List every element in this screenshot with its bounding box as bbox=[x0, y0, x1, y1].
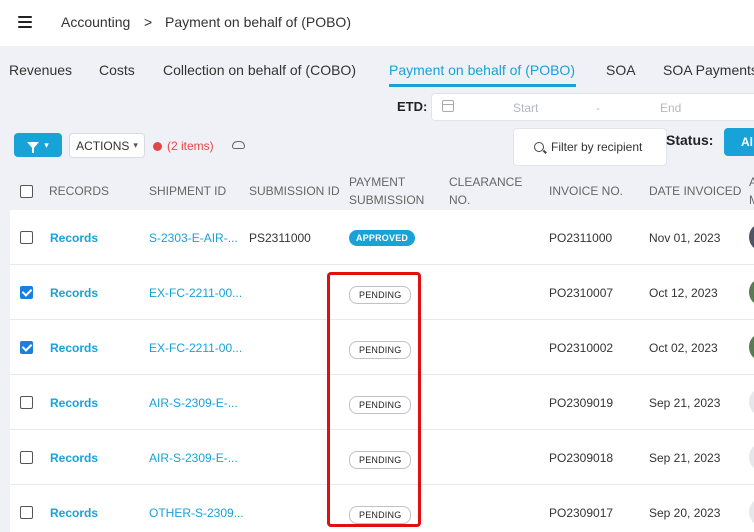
invoice-no: PO2309017 bbox=[549, 506, 614, 520]
remove-selection-icon[interactable] bbox=[153, 141, 162, 151]
date-invoiced: Nov 01, 2023 bbox=[649, 231, 721, 245]
selected-items-indicator[interactable]: (2 items) bbox=[153, 139, 214, 153]
search-icon bbox=[534, 142, 544, 152]
shipment-id-link[interactable]: AIR-S-2309-E-... bbox=[149, 451, 238, 465]
tab-bar: Revenues Costs Collection on behalf of (… bbox=[0, 46, 754, 92]
table-row[interactable]: Records AIR-S-2309-E-... PENDING PO23090… bbox=[10, 375, 754, 430]
avatar bbox=[749, 389, 754, 415]
invoice-no: PO2309019 bbox=[549, 396, 614, 410]
records-link[interactable]: Records bbox=[50, 231, 98, 245]
actions-label: ACTIONS bbox=[76, 138, 130, 153]
chevron-down-icon: ▾ bbox=[133, 140, 138, 150]
tab-costs[interactable]: Costs bbox=[99, 62, 135, 78]
etd-start-placeholder: Start bbox=[513, 101, 539, 115]
breadcrumb-parent[interactable]: Accounting bbox=[61, 14, 130, 30]
column-header-shipment-id[interactable]: SHIPMENT ID bbox=[149, 182, 226, 200]
table-row[interactable]: Records EX-FC-2211-00... PENDING PO23100… bbox=[10, 265, 754, 320]
status-badge: APPROVED bbox=[349, 230, 416, 246]
date-invoiced: Oct 12, 2023 bbox=[649, 286, 718, 300]
tab-soa[interactable]: SOA bbox=[606, 62, 636, 78]
funnel-icon bbox=[27, 141, 40, 153]
invoice-no: PO2309018 bbox=[549, 451, 614, 465]
tab-soa-payments[interactable]: SOA Payments bbox=[663, 62, 754, 78]
shipment-id-link[interactable]: OTHER-S-2309... bbox=[149, 506, 244, 520]
records-link[interactable]: Records bbox=[50, 341, 98, 355]
invoice-no: PO2310007 bbox=[549, 286, 614, 300]
cloud-download-icon[interactable] bbox=[232, 141, 245, 149]
shipment-id-link[interactable]: EX-FC-2211-00... bbox=[149, 341, 242, 355]
tab-revenues[interactable]: Revenues bbox=[9, 62, 72, 78]
shipment-id-link[interactable]: S-2303-E-AIR-... bbox=[149, 231, 238, 245]
records-link[interactable]: Records bbox=[50, 506, 98, 520]
avatar bbox=[749, 334, 754, 360]
status-badge: PENDING bbox=[349, 506, 412, 524]
status-badge: PENDING bbox=[349, 341, 412, 359]
filter-button[interactable]: ▾ bbox=[14, 133, 62, 157]
column-header-payment-submission[interactable]: PAYMENT SUBMISSION bbox=[349, 173, 429, 209]
status-badge: PENDING bbox=[349, 451, 412, 469]
etd-label: ETD: bbox=[397, 99, 428, 114]
row-checkbox[interactable] bbox=[20, 451, 33, 464]
status-badge: PENDING bbox=[349, 286, 412, 304]
select-all-checkbox[interactable] bbox=[20, 185, 33, 198]
column-header-submission-id[interactable]: SUBMISSION ID bbox=[249, 182, 340, 200]
table-body: Records S-2303-E-AIR-... PS2311000 APPRO… bbox=[10, 210, 754, 532]
records-link[interactable]: Records bbox=[50, 451, 98, 465]
column-header-assignee[interactable]: A M bbox=[749, 173, 754, 209]
column-header-invoice-no[interactable]: INVOICE NO. bbox=[549, 182, 623, 200]
tab-cobo[interactable]: Collection on behalf of (COBO) bbox=[163, 62, 356, 78]
table-row[interactable]: Records AIR-S-2309-E-... PENDING PO23090… bbox=[10, 430, 754, 485]
shipment-id-link[interactable]: AIR-S-2309-E-... bbox=[149, 396, 238, 410]
status-filter-button[interactable]: Al bbox=[724, 128, 754, 156]
row-checkbox[interactable] bbox=[20, 341, 33, 354]
table-row[interactable]: Records EX-FC-2211-00... PENDING PO23100… bbox=[10, 320, 754, 375]
tab-pobo[interactable]: Payment on behalf of (POBO) bbox=[389, 62, 575, 78]
column-header-clearance-no[interactable]: CLEARANCE NO. bbox=[449, 173, 529, 209]
column-header-date-invoiced[interactable]: DATE INVOICED bbox=[649, 182, 741, 200]
table-row[interactable]: Records OTHER-S-2309... PENDING PO230901… bbox=[10, 485, 754, 532]
row-checkbox[interactable] bbox=[20, 506, 33, 519]
active-tab-indicator bbox=[389, 84, 576, 87]
shipment-id-link[interactable]: EX-FC-2211-00... bbox=[149, 286, 242, 300]
hamburger-menu-icon[interactable] bbox=[18, 16, 32, 28]
calendar-icon bbox=[442, 100, 454, 112]
top-bar: Accounting > Payment on behalf of (POBO) bbox=[0, 0, 754, 46]
records-link[interactable]: Records bbox=[50, 396, 98, 410]
date-invoiced: Oct 02, 2023 bbox=[649, 341, 718, 355]
filter-by-recipient-label: Filter by recipient bbox=[551, 140, 643, 154]
invoice-no: PO2310002 bbox=[549, 341, 614, 355]
breadcrumb-separator: > bbox=[144, 14, 153, 30]
avatar bbox=[749, 279, 754, 305]
submission-id: PS2311000 bbox=[249, 231, 311, 245]
status-label: Status: bbox=[666, 132, 714, 148]
column-header-records[interactable]: RECORDS bbox=[49, 182, 109, 200]
etd-range-separator: - bbox=[596, 101, 600, 115]
avatar bbox=[749, 224, 754, 250]
avatar bbox=[749, 499, 754, 525]
table-row[interactable]: Records S-2303-E-AIR-... PS2311000 APPRO… bbox=[10, 210, 754, 265]
chevron-down-icon: ▾ bbox=[44, 139, 49, 150]
date-invoiced: Sep 21, 2023 bbox=[649, 451, 721, 465]
date-invoiced: Sep 21, 2023 bbox=[649, 396, 721, 410]
status-badge: PENDING bbox=[349, 396, 412, 414]
selected-items-count: (2 items) bbox=[167, 139, 214, 153]
breadcrumb-current: Payment on behalf of (POBO) bbox=[165, 14, 351, 30]
records-link[interactable]: Records bbox=[50, 286, 98, 300]
avatar bbox=[749, 444, 754, 470]
invoice-no: PO2311000 bbox=[549, 231, 613, 245]
etd-end-placeholder: End bbox=[660, 101, 682, 115]
date-invoiced: Sep 20, 2023 bbox=[649, 506, 721, 520]
actions-dropdown[interactable]: ACTIONS ▾ bbox=[69, 133, 145, 158]
filter-by-recipient-input[interactable]: Filter by recipient bbox=[513, 128, 667, 166]
row-checkbox[interactable] bbox=[20, 396, 33, 409]
row-checkbox[interactable] bbox=[20, 286, 33, 299]
row-checkbox[interactable] bbox=[20, 231, 33, 244]
etd-date-range-input[interactable]: Start - End bbox=[431, 93, 754, 121]
